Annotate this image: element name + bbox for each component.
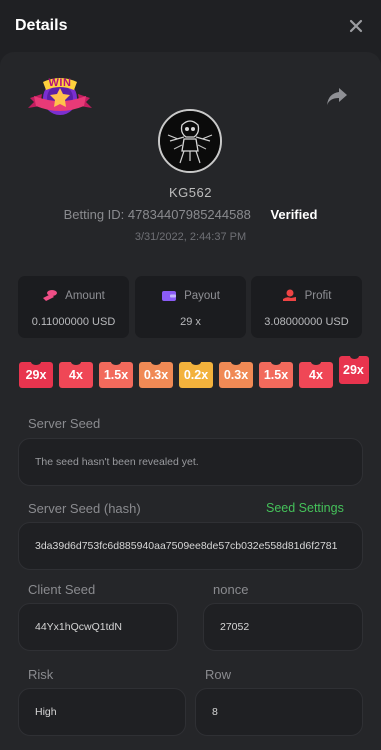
client-seed-value: 44Yx1hQcwQ1tdN [35, 621, 122, 633]
profit-card: Profit 3.08000000 USD [251, 276, 362, 338]
multiplier-slot: 0.3x [139, 359, 173, 388]
client-seed-label: Client Seed [28, 582, 96, 597]
robot-avatar-icon [160, 111, 220, 171]
profit-value: 3.08000000 USD [264, 316, 349, 328]
server-seed-hash-label: Server Seed (hash) [28, 501, 141, 516]
verified-badge: Verified [270, 207, 318, 222]
seed-settings-link[interactable]: Seed Settings [266, 501, 344, 515]
details-screen: Details WIN KG562 Betting ID: 4783440798… [0, 0, 381, 750]
amount-card: Amount 0.11000000 USD [18, 276, 129, 338]
multiplier-slot: 0.2x [179, 359, 213, 388]
risk-value: High [35, 706, 57, 718]
multiplier-slot: 4x [59, 359, 93, 388]
row-field[interactable]: 8 [195, 688, 363, 736]
row-value: 8 [212, 706, 218, 718]
profit-label: Profit [304, 290, 332, 302]
server-seed-hash-value: 3da39d6d753fc6d885940aa7509ee8de57cb032e… [35, 540, 338, 552]
multiplier-slot: 1.5x [99, 359, 133, 388]
server-seed-field[interactable]: The seed hasn't been revealed yet. [18, 438, 363, 486]
amount-label: Amount [65, 290, 105, 302]
betting-id-value: 47834407985244588 [127, 207, 251, 222]
nonce-label: nonce [213, 582, 249, 597]
win-badge-text: WIN [48, 77, 72, 89]
betting-id-label: Betting ID: [63, 207, 125, 222]
server-seed-value: The seed hasn't been revealed yet. [35, 456, 199, 468]
close-button[interactable] [345, 15, 367, 37]
avatar [158, 109, 222, 173]
coin-stack-icon [43, 290, 58, 301]
page-title: Details [15, 17, 68, 34]
row-label: Row [205, 667, 232, 682]
nonce-field[interactable]: 27052 [203, 603, 363, 651]
betting-id-row: Betting ID: 47834407985244588 Verified [0, 207, 381, 222]
client-seed-field[interactable]: 44Yx1hQcwQ1tdN [18, 603, 178, 651]
multiplier-slot: 1.5x [259, 359, 293, 388]
risk-label: Risk [28, 667, 54, 682]
multiplier-slot: 29x [339, 356, 369, 384]
username: KG562 [169, 185, 212, 200]
server-seed-label: Server Seed [28, 416, 101, 431]
server-seed-hash-field[interactable]: 3da39d6d753fc6d885940aa7509ee8de57cb032e… [18, 522, 363, 570]
bet-timestamp: 3/31/2022, 2:44:37 PM [134, 231, 247, 243]
header: Details [0, 0, 381, 52]
risk-field[interactable]: High [18, 688, 186, 736]
amount-value: 0.11000000 USD [31, 316, 116, 328]
share-button[interactable] [326, 86, 348, 106]
multiplier-slot: 0.3x [219, 359, 253, 388]
close-icon [349, 19, 363, 33]
payout-card: Payout 29 x [135, 276, 246, 338]
share-icon [327, 88, 347, 105]
win-badge: WIN [28, 70, 92, 122]
wallet-icon [162, 291, 177, 301]
nonce-value: 27052 [220, 621, 250, 633]
multiplier-slot: 4x [299, 359, 333, 388]
payout-value: 29 x [180, 316, 201, 328]
money-hand-icon [282, 289, 296, 301]
multiplier-slot: 29x [19, 359, 53, 388]
payout-label: Payout [184, 290, 220, 302]
